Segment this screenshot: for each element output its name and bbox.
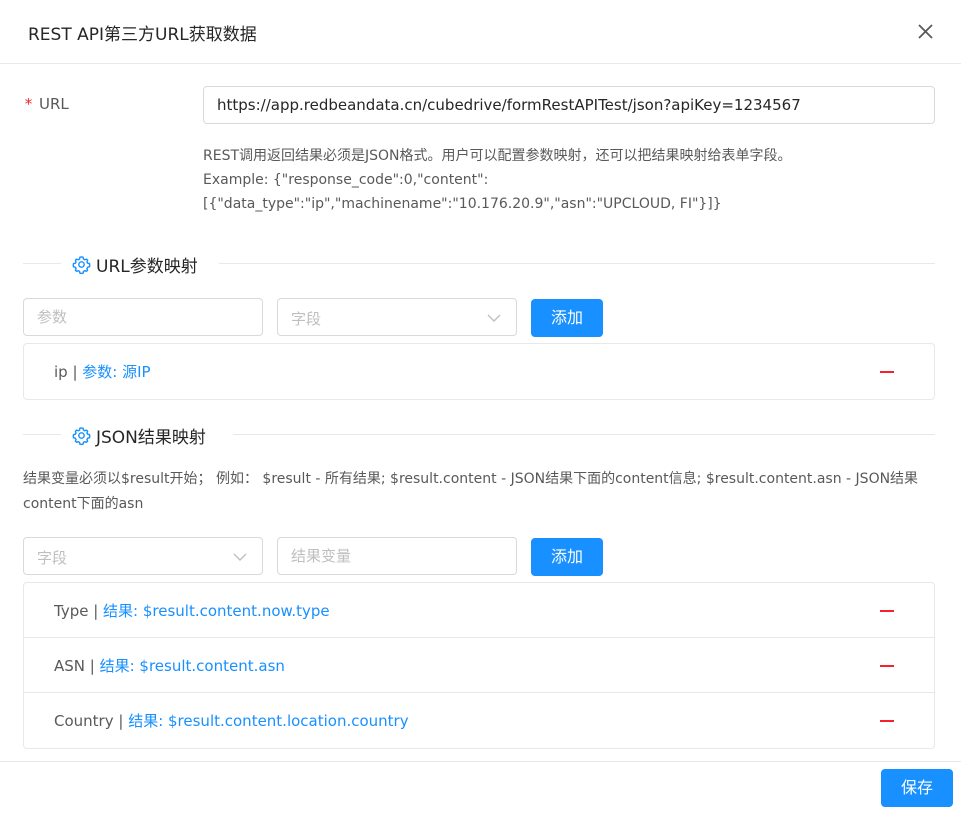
json-section-divider: JSON结果映射 [23,423,935,448]
close-button[interactable] [911,16,941,46]
list-item: ip | 参数: 源IP [24,344,934,399]
item-detail: 结果: $result.content.asn [99,657,285,675]
param-field-select[interactable]: 字段 [277,298,517,336]
gear-icon [72,427,91,445]
item-name: ASN [54,657,86,675]
item-detail: 参数: 源IP [82,363,151,381]
json-mapping-list: Type | 结果: $result.content.now.type ASN … [23,582,935,749]
close-icon [918,24,933,39]
list-item-text: ip | 参数: 源IP [54,361,151,382]
divider-line [219,263,935,264]
item-sep: | [88,602,104,620]
param-mapping-list: ip | 参数: 源IP [23,343,935,400]
required-mark: * [24,95,34,113]
remove-item-button[interactable] [880,720,894,722]
select-placeholder: 字段 [291,310,322,328]
chevron-down-icon [233,553,247,561]
list-item: Country | 结果: $result.content.location.c… [24,693,934,748]
list-item: Type | 结果: $result.content.now.type [24,583,934,638]
url-label-text: URL [39,95,69,113]
url-label: * URL [24,95,69,113]
remove-item-button[interactable] [880,665,894,667]
url-help-text: REST调用返回结果必须是JSON格式。用户可以配置参数映射，还可以把结果映射给… [203,144,933,216]
json-section-title: JSON结果映射 [72,423,206,448]
chevron-down-icon [487,314,501,322]
add-param-button[interactable]: 添加 [531,299,603,337]
param-section-title: URL参数映射 [72,252,198,277]
json-field-select[interactable]: 字段 [23,537,263,575]
dialog-title: REST API第三方URL获取数据 [28,25,257,45]
item-name: ip [54,363,68,381]
select-placeholder: 字段 [37,549,68,567]
divider-line [23,434,61,435]
dialog-header: REST API第三方URL获取数据 [0,0,961,64]
param-section-divider: URL参数映射 [23,252,935,277]
url-input[interactable] [203,86,935,124]
result-variable-input[interactable] [277,537,517,575]
list-item-text: Type | 结果: $result.content.now.type [54,600,330,621]
param-input[interactable] [23,298,263,336]
list-item-text: ASN | 结果: $result.content.asn [54,655,285,676]
help-line-2: Example: {"response_code":0,"content": [203,172,489,188]
divider-line [233,434,935,435]
remove-item-button[interactable] [880,371,894,373]
rest-api-dialog: REST API第三方URL获取数据 * URL REST调用返回结果必须是JSO… [0,0,961,813]
item-name: Country [54,712,114,730]
json-section-description: 结果变量必须以$result开始； 例如： $result - 所有结果; $r… [23,471,919,512]
gear-icon [72,256,91,274]
list-item-text: Country | 结果: $result.content.location.c… [54,710,409,731]
item-sep: | [67,363,83,381]
param-section-title-text: URL参数映射 [96,257,198,277]
remove-item-button[interactable] [880,610,894,612]
help-line-1: REST调用返回结果必须是JSON格式。用户可以配置参数映射，还可以把结果映射给… [203,148,792,164]
item-name: Type [54,602,89,620]
dialog-footer: 保存 [0,761,961,813]
item-detail: 结果: $result.content.location.country [128,712,409,730]
list-item: ASN | 结果: $result.content.asn [24,638,934,693]
item-detail: 结果: $result.content.now.type [103,602,330,620]
item-sep: | [113,712,129,730]
json-section-title-text: JSON结果映射 [96,428,206,448]
divider-line [23,263,61,264]
help-line-3: [{"data_type":"ip","machinename":"10.176… [203,196,722,212]
add-result-button[interactable]: 添加 [531,538,603,576]
save-button[interactable]: 保存 [881,769,953,807]
item-sep: | [85,657,100,675]
